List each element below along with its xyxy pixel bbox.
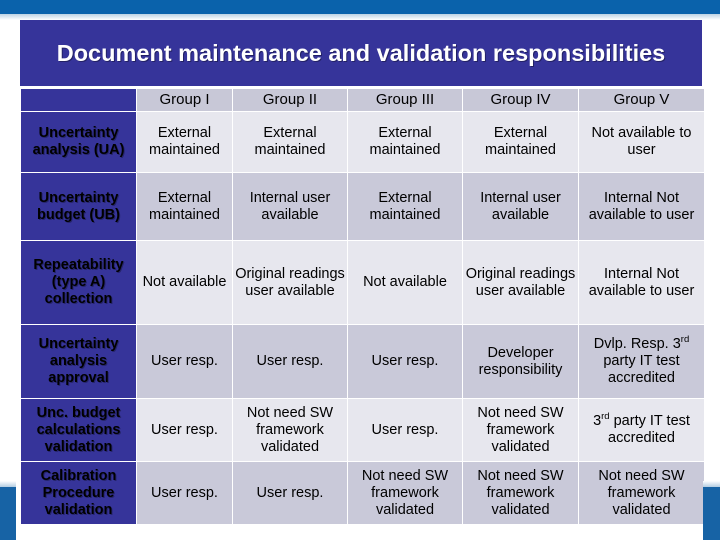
table-cell: User resp.	[137, 462, 232, 524]
table-row: Calibration Procedure validation User re…	[21, 462, 704, 524]
row-header: Uncertainty analysis (UA)	[21, 112, 136, 172]
table-cell: External maintained	[233, 112, 347, 172]
table-cell: Not need SW framework validated	[348, 462, 462, 524]
table-row: Uncertainty analysis approval User resp.…	[21, 325, 704, 398]
table-cell: External maintained	[463, 112, 578, 172]
bottom-left-accent-bar	[0, 487, 16, 540]
bottom-right-accent-bar	[703, 487, 720, 540]
slide-title: Document maintenance and validation resp…	[56, 40, 666, 66]
row-header: Repeatability (type A) collection	[21, 241, 136, 324]
responsibilities-table: Group I Group II Group III Group IV Grou…	[20, 88, 705, 525]
column-header-group-2: Group II	[233, 89, 347, 111]
row-header: Uncertainty budget (UB)	[21, 173, 136, 240]
responsibilities-table-wrapper: Group I Group II Group III Group IV Grou…	[20, 88, 705, 525]
table-cell: External maintained	[137, 112, 232, 172]
table-cell: Internal Not available to user	[579, 173, 704, 240]
table-cell: External maintained	[137, 173, 232, 240]
table-corner-cell	[21, 89, 136, 111]
table-cell: Not available to user	[579, 112, 704, 172]
table-cell: User resp.	[137, 399, 232, 461]
column-header-group-3: Group III	[348, 89, 462, 111]
column-header-group-4: Group IV	[463, 89, 578, 111]
table-cell: Not need SW framework validated	[463, 399, 578, 461]
table-cell: Not need SW framework validated	[579, 462, 704, 524]
row-header: Unc. budget calculations validation	[21, 399, 136, 461]
table-cell: Developer responsibility	[463, 325, 578, 398]
table-header-row: Group I Group II Group III Group IV Grou…	[21, 89, 704, 111]
table-cell: Original readings user available	[233, 241, 347, 324]
table-row: Uncertainty budget (UB) External maintai…	[21, 173, 704, 240]
table-cell: User resp.	[137, 325, 232, 398]
table-cell: External maintained	[348, 112, 462, 172]
table-cell: User resp.	[233, 462, 347, 524]
row-header: Uncertainty analysis approval	[21, 325, 136, 398]
column-header-group-5: Group V	[579, 89, 704, 111]
table-row: Repeatability (type A) collection Not av…	[21, 241, 704, 324]
table-cell: Not available	[137, 241, 232, 324]
table-cell: User resp.	[348, 325, 462, 398]
table-cell: User resp.	[348, 399, 462, 461]
table-cell: User resp.	[233, 325, 347, 398]
table-cell: Internal Not available to user	[579, 241, 704, 324]
top-accent-band	[0, 0, 720, 14]
table-row: Unc. budget calculations validation User…	[21, 399, 704, 461]
table-cell: 3rd party IT test accredited	[579, 399, 704, 461]
table-cell: Internal user available	[233, 173, 347, 240]
table-cell: Not need SW framework validated	[463, 462, 578, 524]
table-row: Uncertainty analysis (UA) External maint…	[21, 112, 704, 172]
table-cell: Not need SW framework validated	[233, 399, 347, 461]
slide-title-box: Document maintenance and validation resp…	[20, 20, 702, 86]
column-header-group-1: Group I	[137, 89, 232, 111]
table-cell: Original readings user available	[463, 241, 578, 324]
table-cell: Internal user available	[463, 173, 578, 240]
table-cell: External maintained	[348, 173, 462, 240]
table-cell: Not available	[348, 241, 462, 324]
table-cell: Dvlp. Resp. 3rd party IT test accredited	[579, 325, 704, 398]
row-header: Calibration Procedure validation	[21, 462, 136, 524]
